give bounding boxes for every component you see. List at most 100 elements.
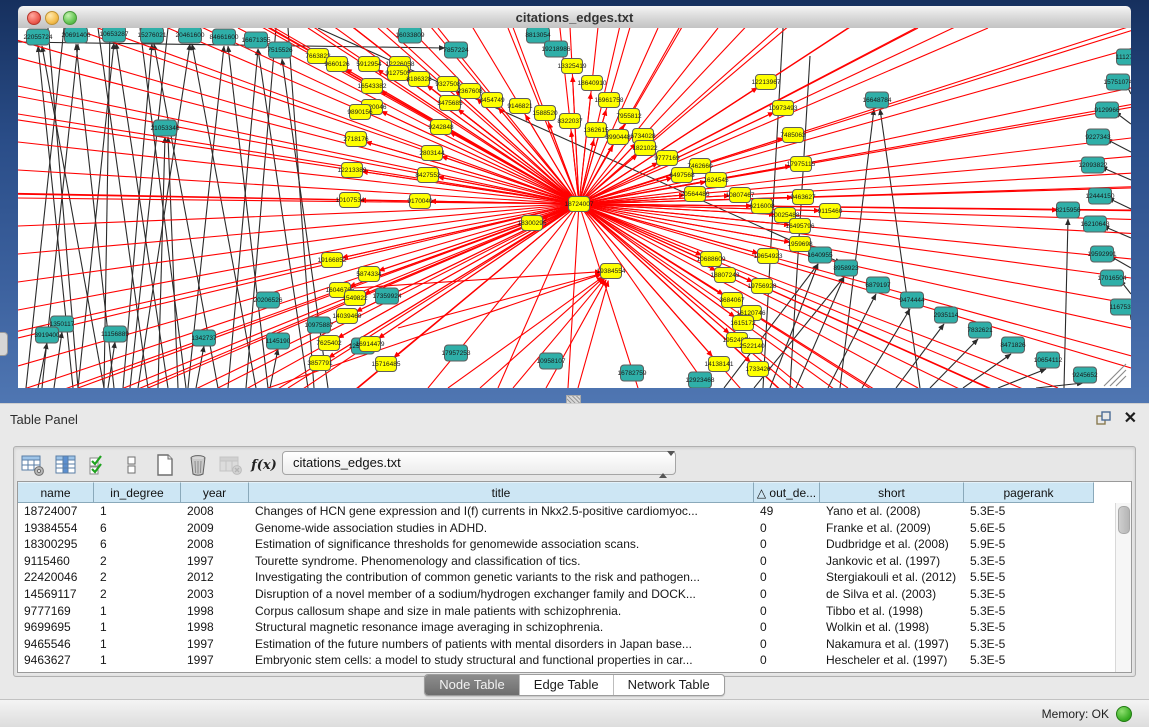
graph-node[interactable]: 9129966 <box>1094 102 1120 118</box>
graph-node[interactable]: 19218986 <box>542 41 571 57</box>
tab-edge-table[interactable]: Edge Table <box>519 675 613 695</box>
table-cell[interactable]: 9463627 <box>18 652 94 669</box>
table-cell[interactable]: 1998 <box>181 603 249 620</box>
table-cell[interactable]: 1 <box>94 619 181 636</box>
graph-node[interactable]: 19756928 <box>748 279 777 294</box>
graph-node[interactable]: 10807467 <box>726 188 755 203</box>
graph-node[interactable]: 9660126 <box>324 57 350 72</box>
graph-node[interactable]: 7955812 <box>616 109 642 124</box>
table-cell[interactable]: Jankovic et al. (1997) <box>820 553 964 570</box>
table-cell[interactable]: 2008 <box>181 503 249 520</box>
table-cell[interactable]: 6 <box>94 520 181 537</box>
graph-node[interactable]: 9245652 <box>1072 367 1098 383</box>
graph-node[interactable]: 20564486 <box>681 187 710 202</box>
graph-node[interactable]: 12093822 <box>1079 157 1108 173</box>
graph-node[interactable]: 3919400 <box>34 327 60 343</box>
graph-node[interactable]: 8958923 <box>833 260 859 276</box>
table-cell[interactable]: 2 <box>94 553 181 570</box>
graph-node[interactable]: 9170040 <box>407 194 433 209</box>
table-cell[interactable]: 0 <box>754 520 820 537</box>
graph-node[interactable]: 6497568 <box>669 168 695 183</box>
table-cell[interactable]: 2 <box>94 586 181 603</box>
graph-node[interactable]: 1145190 <box>266 333 291 349</box>
table-row[interactable]: 911546021997Tourette syndrome. Phenomeno… <box>18 553 1115 570</box>
graph-node[interactable]: 12213967 <box>752 75 781 90</box>
graph-node[interactable]: 10107534 <box>336 193 365 208</box>
graph-node[interactable]: 8215956 <box>1055 202 1081 218</box>
table-cell[interactable]: 5.3E-5 <box>964 619 1094 636</box>
graph-node[interactable]: 9146821 <box>507 99 533 114</box>
column-header-out_de[interactable]: △ out_de... <box>754 482 820 503</box>
table-cell[interactable]: 0 <box>754 603 820 620</box>
graph-node[interactable]: 21053346 <box>151 120 180 136</box>
graph-node[interactable]: 19384554 <box>597 264 626 279</box>
graph-node[interactable]: 7857224 <box>443 42 469 58</box>
graph-node[interactable]: 3684067 <box>719 293 745 308</box>
table-cell[interactable]: 5.3E-5 <box>964 603 1094 620</box>
graph-node[interactable]: 1167533 <box>1110 299 1131 315</box>
graph-node[interactable]: 2935114 <box>934 307 959 323</box>
table-cell[interactable]: 1 <box>94 603 181 620</box>
graph-node[interactable]: 2522140 <box>739 339 765 354</box>
graph-node[interactable]: 1733426 <box>745 362 771 377</box>
delete-column-button[interactable] <box>185 453 211 477</box>
graph-node[interactable]: 8990448 <box>605 130 631 145</box>
column-header-name[interactable]: name <box>18 482 94 503</box>
graph-node[interactable]: 8471826 <box>1000 337 1026 353</box>
graph-node[interactable]: 17016504 <box>1098 270 1127 286</box>
table-cell[interactable]: 1997 <box>181 636 249 653</box>
graph-node[interactable]: 20691406 <box>62 28 91 43</box>
graph-node[interactable]: 17957253 <box>442 345 471 361</box>
graph-node[interactable]: 16210643 <box>1081 216 1110 232</box>
table-row[interactable]: 2242004622012Investigating the contribut… <box>18 569 1115 586</box>
graph-node[interactable]: 19654923 <box>754 249 783 264</box>
table-row[interactable]: 946362711997Embryonic stem cells: a mode… <box>18 652 1115 669</box>
tab-network-table[interactable]: Network Table <box>613 675 724 695</box>
graph-node[interactable]: 3475685 <box>437 96 463 111</box>
table-cell[interactable]: 2 <box>94 569 181 586</box>
scrollbar-thumb[interactable] <box>1118 506 1130 534</box>
collapsed-panel-handle[interactable] <box>0 332 8 356</box>
graph-node[interactable]: 10688609 <box>697 252 726 267</box>
table-cell[interactable]: Dudbridge et al. (2008) <box>820 536 964 553</box>
graph-node[interactable]: 14138141 <box>705 357 734 372</box>
graph-node[interactable]: 20206526 <box>254 292 283 308</box>
table-cell[interactable]: 0 <box>754 652 820 669</box>
show-columns-button[interactable] <box>53 453 79 477</box>
table-cell[interactable]: 5.9E-5 <box>964 536 1094 553</box>
graph-node[interactable]: 10958107 <box>537 353 566 369</box>
graph-node[interactable]: 1615172 <box>730 316 756 331</box>
graph-node[interactable]: 11156889 <box>101 326 129 342</box>
graph-node[interactable]: 17975115 <box>787 157 816 172</box>
table-row[interactable]: 969969511998Structural magnetic resonanc… <box>18 619 1115 636</box>
table-cell[interactable]: 1997 <box>181 553 249 570</box>
table-cell[interactable]: Disruption of a novel member of a sodium… <box>249 586 754 603</box>
graph-node[interactable]: 1549822 <box>342 291 368 306</box>
table-cell[interactable]: 2009 <box>181 520 249 537</box>
table-cell[interactable]: Corpus callosum shape and size in male p… <box>249 603 754 620</box>
graph-node[interactable]: 8427552 <box>415 168 441 183</box>
table-cell[interactable]: 2008 <box>181 536 249 553</box>
graph-node[interactable]: 14039469 <box>333 309 362 324</box>
table-cell[interactable]: 1 <box>94 652 181 669</box>
table-cell[interactable]: 14569117 <box>18 586 94 603</box>
table-cell[interactable]: 5.3E-5 <box>964 652 1094 669</box>
graph-node[interactable]: 8322037 <box>557 114 583 129</box>
table-cell[interactable]: Estimation of the future numbers of pati… <box>249 636 754 653</box>
graph-node[interactable]: 22055724 <box>24 29 53 45</box>
graph-node[interactable]: 9890156 <box>347 105 373 120</box>
table-cell[interactable]: 2012 <box>181 569 249 586</box>
table-cell[interactable]: 1998 <box>181 619 249 636</box>
column-header-pagerank[interactable]: pagerank <box>964 482 1094 503</box>
column-header-year[interactable]: year <box>181 482 249 503</box>
graph-node[interactable]: 6879197 <box>865 277 891 293</box>
table-cell[interactable]: Structural magnetic resonance image aver… <box>249 619 754 636</box>
table-cell[interactable]: 5.6E-5 <box>964 520 1094 537</box>
graph-node[interactable]: 9115460 <box>818 204 843 219</box>
table-cell[interactable]: 5.3E-5 <box>964 553 1094 570</box>
table-cell[interactable]: 9115460 <box>18 553 94 570</box>
graph-node[interactable]: 3857791 <box>307 356 333 371</box>
function-builder-button[interactable]: f(x) <box>251 453 277 477</box>
graph-node[interactable]: 7485063 <box>780 128 806 143</box>
graph-node[interactable]: 84661600 <box>210 29 239 45</box>
